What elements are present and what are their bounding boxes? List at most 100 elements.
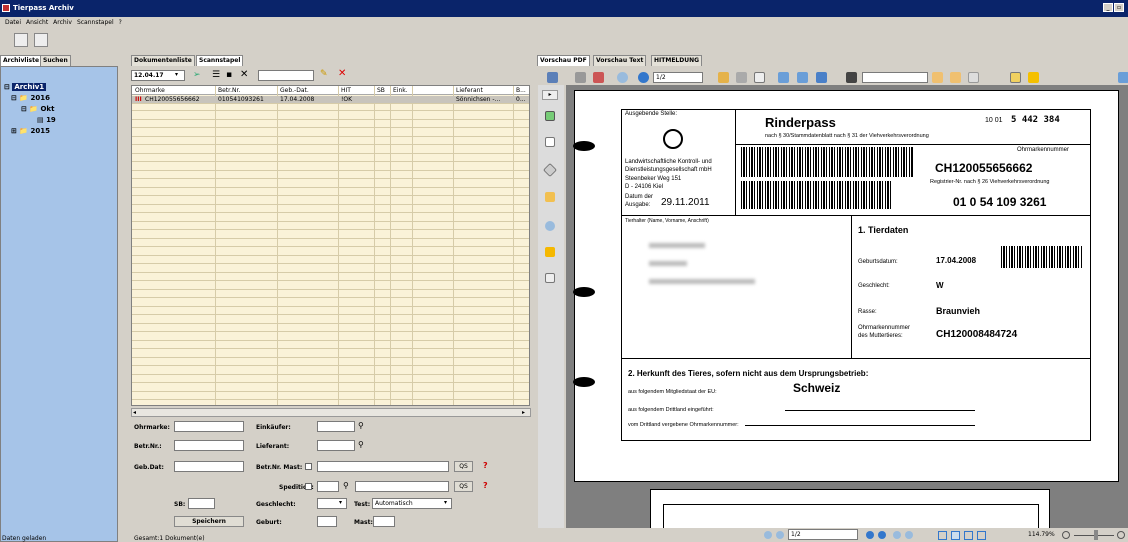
attachment-icon[interactable] bbox=[545, 221, 555, 231]
spedition-field[interactable] bbox=[317, 481, 339, 492]
tree-item-19[interactable]: ▤ 19 bbox=[37, 116, 56, 124]
col-sb[interactable]: SB bbox=[377, 87, 385, 94]
help-icon[interactable]: ? bbox=[483, 481, 488, 490]
help-icon[interactable]: ? bbox=[483, 461, 488, 470]
search-input[interactable] bbox=[258, 70, 314, 81]
mast-field[interactable] bbox=[373, 516, 395, 527]
find-binoculars-icon[interactable] bbox=[846, 72, 857, 83]
comment-icon[interactable] bbox=[1028, 72, 1039, 83]
single-page-icon[interactable] bbox=[938, 531, 947, 540]
list-icon[interactable]: ☰ bbox=[212, 70, 220, 80]
pages-icon[interactable] bbox=[545, 137, 555, 147]
cover-icon[interactable] bbox=[977, 531, 986, 540]
col-b[interactable]: B... bbox=[516, 87, 526, 94]
prev-page-icon[interactable] bbox=[776, 531, 784, 539]
export-icon[interactable] bbox=[968, 72, 979, 83]
ohrmarke-field[interactable] bbox=[174, 421, 244, 432]
pdf-viewer[interactable]: Ausgebende Stelle: Landwirtschaftliche K… bbox=[566, 85, 1128, 528]
chevron-down-icon[interactable]: ▾ bbox=[175, 71, 178, 78]
tab-hitmeldung[interactable]: HITMELDUNG bbox=[651, 55, 703, 66]
horizontal-scrollbar[interactable]: ◂ ▸ bbox=[131, 408, 531, 417]
minimize-button[interactable]: _ bbox=[1103, 3, 1113, 12]
wand-icon[interactable]: ✎ bbox=[320, 69, 328, 79]
menu-ansicht[interactable]: Ansicht bbox=[26, 19, 48, 26]
forward-icon[interactable]: ➢ bbox=[193, 70, 201, 80]
tree-item-2016[interactable]: ⊟ 📁 2016 bbox=[11, 94, 50, 102]
save-icon[interactable]: ▪ bbox=[226, 70, 232, 80]
zoom-in-icon[interactable] bbox=[1117, 531, 1125, 539]
sb-field[interactable] bbox=[188, 498, 215, 509]
tab-archivliste[interactable]: Archivliste bbox=[0, 55, 43, 66]
betrnr-field[interactable] bbox=[174, 440, 244, 451]
tab-dokumentenliste[interactable]: Dokumentenliste bbox=[131, 55, 195, 66]
page-up-icon[interactable] bbox=[617, 72, 628, 83]
einkaeufer-field[interactable] bbox=[317, 421, 355, 432]
scroll-right-icon[interactable]: ▸ bbox=[522, 409, 525, 416]
betrnr-mast-checkbox[interactable] bbox=[305, 463, 312, 470]
betrnr-mast-field[interactable] bbox=[317, 461, 449, 472]
back-icon[interactable] bbox=[893, 531, 901, 539]
panel-icon[interactable] bbox=[1118, 72, 1128, 83]
col-ohrmarke[interactable]: Ohrmarke bbox=[135, 87, 165, 94]
zoom-in-icon[interactable] bbox=[778, 72, 789, 83]
next-page-icon[interactable] bbox=[866, 531, 874, 539]
page-indicator-input[interactable]: 1/2 bbox=[788, 529, 858, 540]
tree-item-archiv1[interactable]: ⊟ Archiv1 bbox=[4, 83, 47, 91]
import-icon[interactable] bbox=[34, 33, 48, 47]
save-pdf-icon[interactable] bbox=[547, 72, 558, 83]
page-down-icon[interactable] bbox=[638, 72, 649, 83]
binoculars-icon[interactable]: ⚲ bbox=[358, 421, 364, 430]
menu-archiv[interactable]: Archiv bbox=[53, 19, 72, 26]
find-prev-icon[interactable] bbox=[932, 72, 943, 83]
signature-icon[interactable] bbox=[545, 273, 555, 283]
gebdat-field[interactable] bbox=[174, 461, 244, 472]
comments-icon[interactable] bbox=[545, 192, 555, 202]
geburt-field[interactable] bbox=[317, 516, 337, 527]
tree-item-okt[interactable]: ⊟ 📁 Okt bbox=[21, 105, 54, 113]
zoom-out-icon[interactable] bbox=[797, 72, 808, 83]
col-gebdat[interactable]: Geb.-Dat. bbox=[280, 87, 309, 94]
spedition-checkbox[interactable] bbox=[305, 483, 312, 490]
lock-icon[interactable] bbox=[545, 247, 555, 257]
find-next-icon[interactable] bbox=[950, 72, 961, 83]
lieferant-field[interactable] bbox=[317, 440, 355, 451]
qs-button[interactable]: QS bbox=[454, 481, 473, 492]
menu-help[interactable]: ? bbox=[119, 19, 122, 26]
col-hit[interactable]: HIT bbox=[341, 87, 351, 94]
close-icon[interactable]: ✕ bbox=[240, 69, 248, 80]
menu-datei[interactable]: Datei bbox=[5, 19, 21, 26]
col-lieferant[interactable]: Lieferant bbox=[456, 87, 483, 94]
hand-tool-icon[interactable] bbox=[718, 72, 729, 83]
scan-icon[interactable] bbox=[14, 33, 28, 47]
tag-icon[interactable] bbox=[542, 162, 558, 178]
menu-scannstapel[interactable]: Scannstapel bbox=[77, 19, 114, 26]
page-number-input[interactable]: 1/2 bbox=[653, 72, 703, 83]
tab-vorschau-text[interactable]: Vorschau Text bbox=[593, 55, 647, 66]
facing-icon[interactable] bbox=[964, 531, 973, 540]
binoculars-icon[interactable]: ⚲ bbox=[343, 481, 349, 490]
spedition-name-field[interactable] bbox=[355, 481, 449, 492]
clear-icon[interactable]: ✕ bbox=[338, 68, 346, 79]
tab-suchen[interactable]: Suchen bbox=[40, 55, 71, 66]
chevron-down-icon[interactable]: ▾ bbox=[444, 499, 447, 506]
forward-nav-icon[interactable] bbox=[905, 531, 913, 539]
maximize-button[interactable]: ▫ bbox=[1114, 3, 1124, 12]
geschlecht-select[interactable] bbox=[317, 498, 347, 509]
binoculars-icon[interactable]: ⚲ bbox=[358, 440, 364, 449]
qs-button[interactable]: QS bbox=[454, 461, 473, 472]
print-icon[interactable] bbox=[575, 72, 586, 83]
thumbnails-icon[interactable] bbox=[545, 111, 555, 121]
zoom-slider-thumb[interactable] bbox=[1094, 530, 1098, 540]
email-icon[interactable] bbox=[593, 72, 604, 83]
continuous-icon[interactable] bbox=[951, 531, 960, 540]
chevron-down-icon[interactable]: ▾ bbox=[339, 499, 342, 506]
col-eink[interactable]: Eink. bbox=[393, 87, 408, 94]
save-button[interactable]: Speichern bbox=[174, 516, 244, 527]
zoom-out-icon[interactable] bbox=[1062, 531, 1070, 539]
tab-vorschau-pdf[interactable]: Vorschau PDF bbox=[537, 55, 590, 66]
expand-icon[interactable]: ▸ bbox=[542, 90, 558, 100]
tab-scannstapel[interactable]: Scannstapel bbox=[196, 55, 244, 66]
text-tool-icon[interactable] bbox=[1010, 72, 1021, 83]
fit-page-icon[interactable] bbox=[816, 72, 827, 83]
test-select[interactable]: Automatisch bbox=[372, 498, 452, 509]
